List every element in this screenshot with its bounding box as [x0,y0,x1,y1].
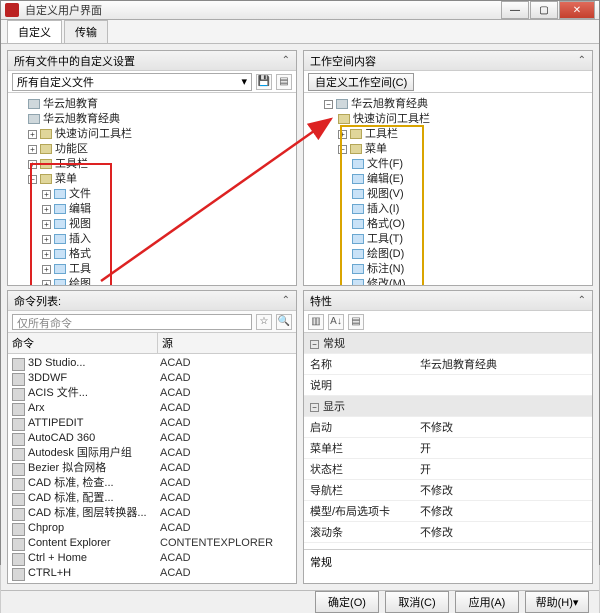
command-row[interactable]: AutoCAD 360ACAD [10,431,294,446]
dialog-footer: 确定(O) 取消(C) 应用(A) 帮助(H) ▾ [1,590,599,613]
cancel-button[interactable]: 取消(C) [385,591,449,613]
command-row[interactable]: CAD 标准, 检查...ACAD [10,476,294,491]
command-row[interactable]: CAD 标准, 配置...ACAD [10,491,294,506]
help-button[interactable]: 帮助(H) ▾ [525,591,589,613]
collapse-icon[interactable]: ⌃ [282,55,290,66]
apply-button[interactable]: 应用(A) [455,591,519,613]
command-row[interactable]: ACIS 文件...ACAD [10,386,294,401]
command-row[interactable]: Bezier 拟合网格ACAD [10,461,294,476]
collapse-icon[interactable]: ⌃ [578,295,586,306]
command-list[interactable]: 3D Studio...ACAD3DDWFACADACIS 文件...ACADA… [8,354,296,583]
maximize-button[interactable]: ▢ [530,1,558,19]
collapse-icon[interactable]: ⌃ [578,55,586,66]
command-panel-header: 命令列表: ⌃ [8,291,296,311]
command-row[interactable]: ATTIPEDITACAD [10,416,294,431]
app-icon [5,3,19,17]
customize-workspace-button[interactable]: 自定义工作空间(C) [308,73,414,91]
chevron-down-icon: ▾ [573,596,579,609]
collapse-icon[interactable]: ⌃ [282,295,290,306]
save-icon[interactable]: 💾 [256,74,272,90]
command-row[interactable]: 3DDWFACAD [10,371,294,386]
properties-description: 常规 [304,549,592,583]
command-row[interactable]: 3D Studio...ACAD [10,356,294,371]
workspace-tree[interactable]: −华云旭教育经典 快速访问工具栏 +工具栏 −菜单 文件(F) 编辑(E) 视图… [304,93,592,285]
titlebar: 自定义用户界面 — ▢ ✕ [1,1,599,20]
custom-panel-header: 所有文件中的自定义设置 ⌃ [8,51,296,71]
close-button[interactable]: ✕ [559,1,595,19]
categorized-icon[interactable]: ▥ [308,314,324,330]
workspace-panel-header: 工作空间内容 ⌃ [304,51,592,71]
window-title: 自定义用户界面 [25,2,500,18]
command-row[interactable]: Ctrl + HomeACAD [10,551,294,566]
command-row[interactable]: ChpropACAD [10,521,294,536]
command-search-input[interactable]: 仅所有命令 [12,314,252,330]
command-row[interactable]: CAD 标准, 图层转换器...ACAD [10,506,294,521]
command-row[interactable]: CTRL+HACAD [10,566,294,581]
properties-grid[interactable]: −常规 名称华云旭教育经典 说明 −显示 启动不修改 菜单栏开 状态栏开 导航栏… [304,333,592,549]
minimize-button[interactable]: — [501,1,529,19]
files-combo[interactable]: 所有自定义文件▾ [12,73,252,91]
command-row[interactable]: Autodesk 国际用户组ACAD [10,446,294,461]
open-icon[interactable]: ▤ [276,74,292,90]
expand-icon[interactable]: ▤ [348,314,364,330]
search-icon[interactable]: 🔍 [276,314,292,330]
command-table-header: 命令 源 [8,333,296,354]
star-icon[interactable]: ☆ [256,314,272,330]
tab-customize[interactable]: 自定义 [7,20,62,43]
customization-tree[interactable]: 华云旭教育 华云旭教育经典 +快速访问工具栏 +功能区 +工具栏 −菜单 +文件… [8,93,296,285]
main-tabs: 自定义 传输 [1,20,599,44]
ok-button[interactable]: 确定(O) [315,591,379,613]
properties-panel-header: 特性 ⌃ [304,291,592,311]
command-row[interactable]: ArxACAD [10,401,294,416]
alphabetical-icon[interactable]: A↓ [328,314,344,330]
tab-transfer[interactable]: 传输 [64,20,108,43]
command-row[interactable]: Content ExplorerCONTENTEXPLORER [10,536,294,551]
